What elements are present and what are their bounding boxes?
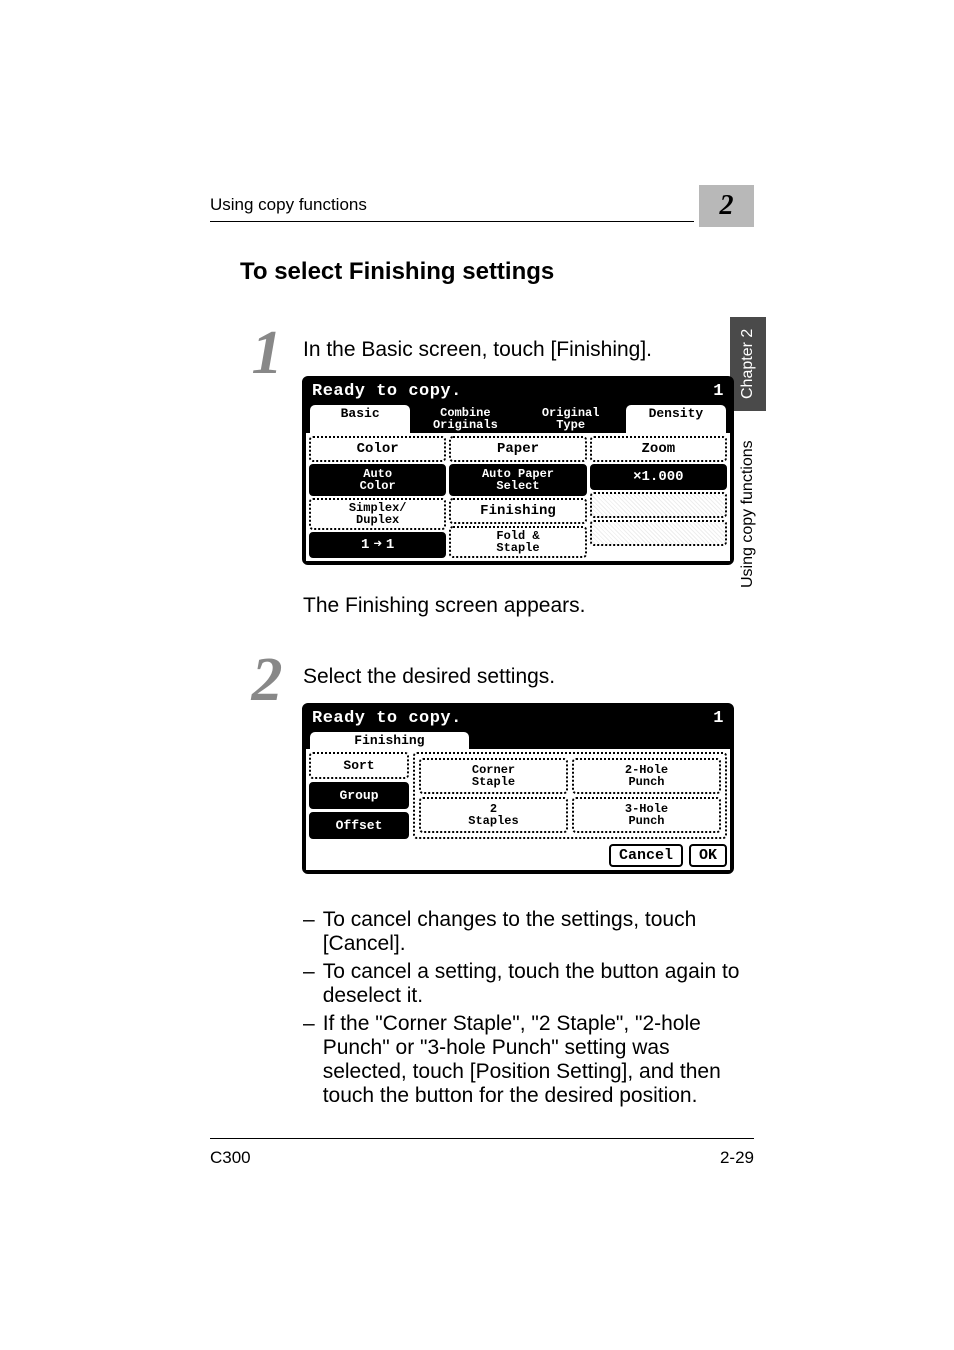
simplex-value[interactable]: 1 ➜ 1 — [309, 532, 446, 558]
staples-line2: Staples — [468, 815, 518, 827]
three-hole-punch-button[interactable]: 3-Hole Punch — [572, 797, 721, 833]
two-hole-punch-button[interactable]: 2-Hole Punch — [572, 758, 721, 794]
running-header: Using copy functions — [210, 195, 367, 214]
step1-result: The Finishing screen appears. — [303, 594, 586, 618]
paper-value-line2: Select — [482, 480, 554, 492]
empty-cell-2 — [590, 520, 727, 546]
lcd1-count: 1 — [713, 382, 724, 401]
color-value[interactable]: Auto Color — [309, 464, 446, 496]
two-staples-button[interactable]: 2 Staples — [419, 797, 568, 833]
paper-label: Paper — [449, 436, 586, 462]
step2-notes: –To cancel changes to the settings, touc… — [303, 908, 753, 1112]
header-rule — [210, 221, 694, 222]
bullet-2: To cancel a setting, touch the button ag… — [323, 960, 753, 1008]
step2-instruction: Select the desired settings. — [303, 665, 555, 689]
corner-line2: Staple — [472, 776, 515, 788]
empty-cell-1 — [590, 492, 727, 518]
simplex-right: 1 — [386, 538, 394, 553]
chapter-badge: 2 — [699, 185, 754, 227]
finishing-screen: Ready to copy. 1 Finishing Sort Group Of… — [302, 703, 734, 874]
p3-line2: Punch — [625, 815, 668, 827]
color-value-line2: Color — [360, 480, 396, 492]
paper-value[interactable]: Auto Paper Select — [449, 464, 586, 496]
basic-screen: Ready to copy. 1 Basic Combine Originals… — [302, 376, 734, 565]
tab-original-type[interactable]: Original Type — [520, 404, 622, 433]
tab-finishing[interactable]: Finishing — [309, 731, 470, 749]
dash-icon: – — [303, 908, 315, 956]
zoom-value[interactable]: ×1.000 — [590, 464, 727, 490]
p2-line2: Punch — [625, 776, 668, 788]
step-number-2: 2 — [237, 649, 297, 711]
bullet-3: If the "Corner Staple", "2 Staple", "2-h… — [323, 1012, 753, 1108]
footer-model: C300 — [210, 1148, 251, 1168]
bullet-1: To cancel changes to the settings, touch… — [323, 908, 753, 956]
tab-combine-originals[interactable]: Combine Originals — [414, 404, 516, 433]
simplex-line2: Duplex — [349, 514, 407, 526]
fold-line2: Staple — [496, 542, 539, 554]
side-chapter-tab: Chapter 2 — [730, 317, 766, 411]
fold-staple-button[interactable]: Fold & Staple — [449, 526, 586, 558]
simplex-left: 1 — [361, 538, 369, 553]
corner-staple-button[interactable]: Corner Staple — [419, 758, 568, 794]
tab-combine-line2: Originals — [415, 419, 515, 431]
simplex-duplex-label: Simplex/ Duplex — [309, 498, 446, 530]
footer-page: 2-29 — [720, 1148, 754, 1168]
tab-density[interactable]: Density — [625, 404, 727, 433]
step-number-1: 1 — [237, 322, 297, 384]
step1-instruction: In the Basic screen, touch [Finishing]. — [303, 338, 652, 362]
lcd1-status: Ready to copy. — [312, 382, 462, 401]
section-heading: To select Finishing settings — [240, 258, 554, 286]
tab-basic[interactable]: Basic — [309, 404, 411, 433]
side-section-label: Using copy functions — [730, 414, 766, 614]
zoom-label: Zoom — [590, 436, 727, 462]
cancel-button[interactable]: Cancel — [609, 844, 683, 867]
sort-button[interactable]: Sort — [309, 752, 409, 779]
lcd2-count: 1 — [713, 709, 724, 728]
dash-icon: – — [303, 1012, 315, 1108]
finishing-button[interactable]: Finishing — [449, 498, 586, 524]
color-label: Color — [309, 436, 446, 462]
offset-button[interactable]: Offset — [309, 812, 409, 839]
arrow-right-icon: ➜ — [373, 538, 381, 553]
ok-button[interactable]: OK — [689, 844, 727, 867]
footer-rule — [210, 1138, 754, 1139]
group-button[interactable]: Group — [309, 782, 409, 809]
lcd2-status: Ready to copy. — [312, 709, 462, 728]
dash-icon: – — [303, 960, 315, 1008]
tab-orig-line2: Type — [521, 419, 621, 431]
